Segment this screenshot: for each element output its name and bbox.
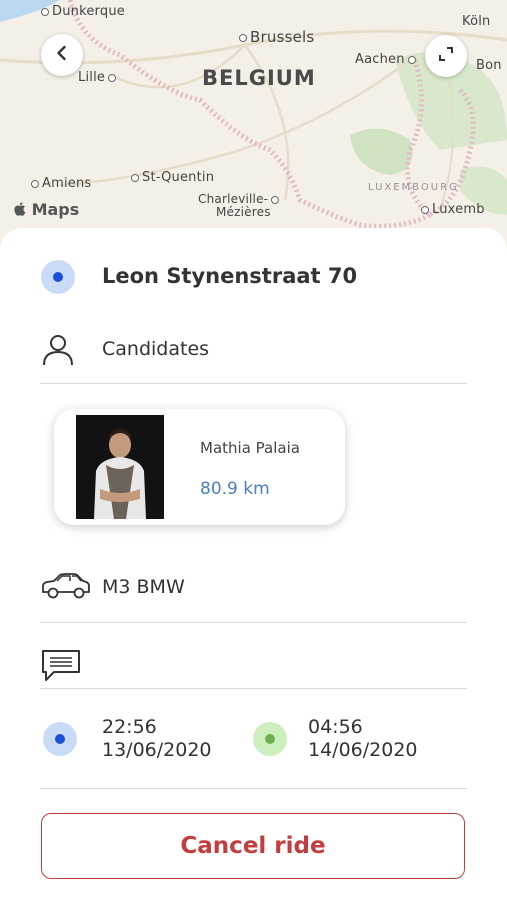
city-label: Charleville- [198,192,282,206]
city-label: Dunkerque [38,4,125,19]
city-label: Amiens [28,176,91,191]
pickup-address: Leon Stynenstraat 70 [102,264,358,288]
city-label: Aachen [355,52,419,67]
apple-logo-icon [14,200,32,219]
divider [40,688,467,689]
divider [40,383,467,384]
end-datetime: 04:56 14/06/2020 [308,716,418,762]
person-icon [41,332,75,370]
back-button[interactable] [41,34,83,76]
car-icon [40,572,92,604]
driver-name: Mathia Palaia [200,439,300,457]
city-label: Lille [78,70,119,85]
map-view[interactable]: Dunkerque Brussels Köln Lille Aachen Bon… [0,0,507,260]
city-label: Mézières [216,205,271,219]
divider [40,788,467,789]
maps-attribution: Maps [14,200,79,219]
start-time-icon [43,722,77,756]
city-label: Köln [462,14,491,29]
car-model: M3 BMW [102,576,185,598]
driver-photo [76,415,164,519]
end-time: 04:56 [308,716,363,738]
city-label: Bon [476,58,502,73]
pickup-location-icon [41,260,75,294]
ride-details-sheet: Leon Stynenstraat 70 Candidates Mathia P… [0,228,507,900]
expand-map-button[interactable] [425,35,467,77]
candidate-card[interactable]: Mathia Palaia 80.9 km [54,409,345,525]
expand-icon [437,45,455,67]
end-date: 14/06/2020 [308,739,418,761]
end-time-icon [253,722,287,756]
driver-distance: 80.9 km [200,479,270,499]
candidates-label: Candidates [102,338,210,360]
divider [40,622,467,623]
city-label: Brussels [236,28,314,46]
cancel-ride-button[interactable]: Cancel ride [41,813,465,879]
country-label: BELGIUM [202,66,316,90]
message-icon [40,648,82,686]
chevron-left-icon [54,45,70,65]
city-label: St-Quentin [128,170,214,185]
start-date: 13/06/2020 [102,739,212,761]
start-datetime: 22:56 13/06/2020 [102,716,212,762]
city-label: Luxemb [418,202,485,217]
country-label: LUXEMBOURG [368,182,459,193]
start-time: 22:56 [102,716,157,738]
